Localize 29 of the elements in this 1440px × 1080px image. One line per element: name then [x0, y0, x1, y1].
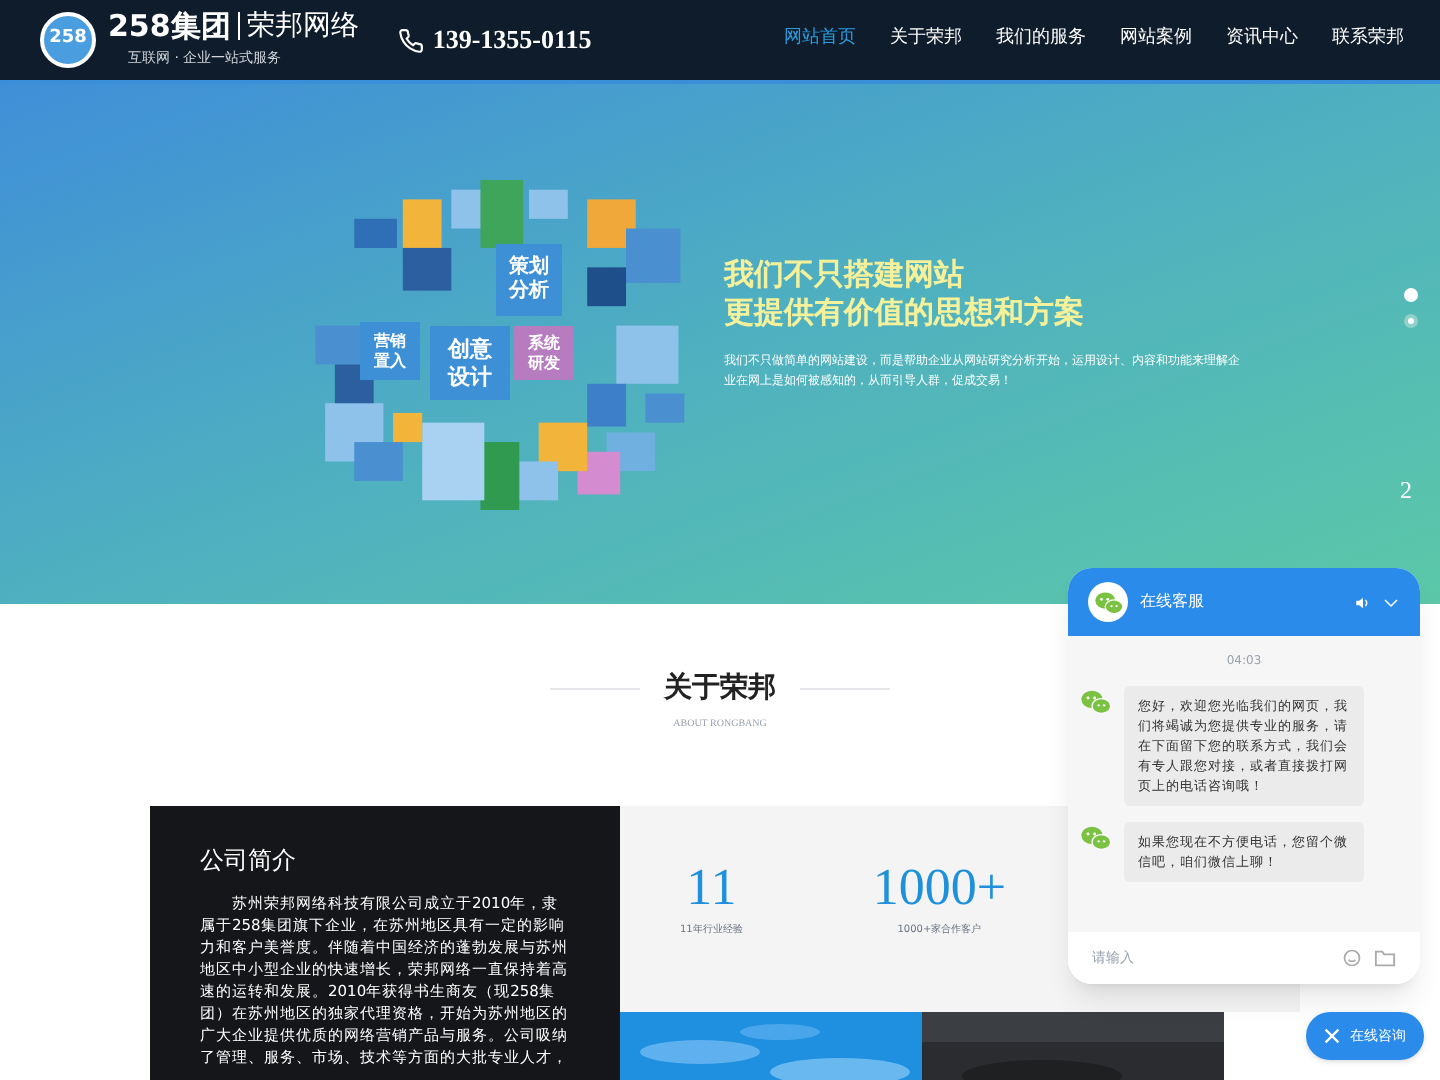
nav-link[interactable]: 关于荣邦 — [890, 26, 962, 54]
intro-title: 公司简介 — [200, 843, 298, 877]
folder-icon[interactable] — [1374, 948, 1396, 968]
chevron-down-icon[interactable] — [1382, 593, 1400, 611]
hero-headline: 更提供有价值的思想和方案 — [724, 294, 1086, 332]
phone-number: 139-1355-0115 — [432, 22, 592, 59]
chat-title: 在线客服 — [1140, 590, 1204, 614]
nav-link[interactable]: 网站首页 — [784, 26, 856, 54]
nav-link[interactable]: 我们的服务 — [996, 26, 1086, 54]
cube-label: 系统研发 — [514, 326, 574, 380]
nav-link[interactable]: 资讯中心 — [1226, 26, 1298, 54]
phone-icon — [398, 27, 425, 53]
sender-icon — [1080, 822, 1112, 854]
brand-name: 258集团 — [108, 11, 231, 42]
hero-headline: 我们不只搭建网站 — [724, 256, 966, 294]
cube-label: 营销置入 — [360, 322, 420, 380]
nav-link[interactable]: 联系荣邦 — [1332, 26, 1404, 54]
section-title: 关于荣邦 — [664, 670, 776, 708]
close-icon — [1324, 1028, 1340, 1044]
cube-label: 策划分析 — [496, 244, 562, 316]
cube-label: 创意设计 — [430, 326, 510, 400]
sender-icon — [1080, 686, 1112, 718]
stat-value: 11 — [686, 857, 737, 917]
speaker-icon[interactable] — [1354, 593, 1372, 611]
stat-value: 1000+ — [872, 857, 1007, 917]
brand-subname: 荣邦网络 — [238, 12, 359, 41]
smiley-icon[interactable] — [1342, 948, 1362, 968]
slide-number: 2 — [1400, 474, 1412, 508]
nav-link[interactable]: 网站案例 — [1120, 26, 1192, 54]
